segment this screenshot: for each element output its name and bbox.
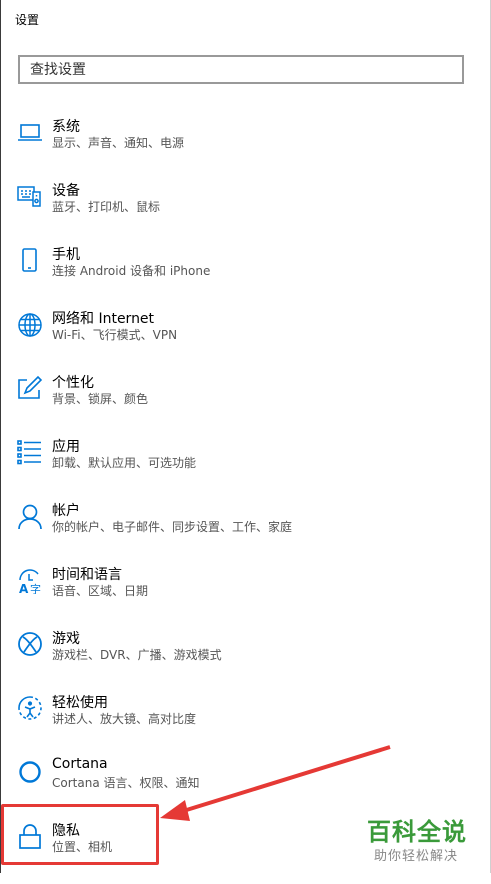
item-description: Wi-Fi、飞行模式、VPN <box>52 328 178 342</box>
item-label: 游戏 <box>52 631 80 647</box>
settings-item-apps[interactable]: 应用 卸载、默认应用、可选功能 <box>0 436 470 500</box>
globe-icon <box>16 310 44 338</box>
search-input[interactable] <box>20 57 462 82</box>
item-label: 时间和语言 <box>52 567 122 583</box>
watermark-logo: 百科全说 <box>367 818 467 846</box>
item-label: 手机 <box>52 247 80 263</box>
settings-item-ease-of-access[interactable]: 轻松使用 讲述人、放大镜、高对比度 <box>0 692 470 756</box>
window-title: 设置 <box>15 13 40 27</box>
watermark-slogan: 助你轻松解决 <box>374 849 459 864</box>
item-description: 卸载、默认应用、可选功能 <box>52 456 197 470</box>
highlight-box <box>1 804 159 865</box>
time-language-icon: A 字 <box>16 566 44 594</box>
settings-item-network[interactable]: 网络和 Internet Wi-Fi、飞行模式、VPN <box>0 308 470 372</box>
settings-item-gaming[interactable]: 游戏 游戏栏、DVR、广播、游戏模式 <box>0 628 470 692</box>
item-label: 网络和 Internet <box>52 311 155 327</box>
item-label: Cortana <box>52 756 108 772</box>
item-label: 系统 <box>52 119 80 135</box>
settings-item-phone[interactable]: 手机 连接 Android 设备和 iPhone <box>0 244 470 308</box>
settings-item-accounts[interactable]: 帐户 你的帐户、电子邮件、同步设置、工作、家庭 <box>0 500 470 564</box>
svg-text:A: A <box>19 582 29 594</box>
laptop-icon <box>16 118 44 146</box>
item-label: 个性化 <box>52 375 94 391</box>
apps-list-icon <box>16 438 44 466</box>
settings-item-time-language[interactable]: A 字 时间和语言 语音、区域、日期 <box>0 564 470 628</box>
item-description: 你的帐户、电子邮件、同步设置、工作、家庭 <box>52 520 293 534</box>
item-label: 设备 <box>52 183 80 199</box>
item-label: 应用 <box>52 439 80 455</box>
item-description: 连接 Android 设备和 iPhone <box>52 264 211 278</box>
phone-icon <box>16 246 44 274</box>
item-description: 讲述人、放大镜、高对比度 <box>52 712 197 726</box>
xbox-icon <box>16 630 44 658</box>
item-description: 游戏栏、DVR、广播、游戏模式 <box>52 648 222 662</box>
item-label: 帐户 <box>52 503 80 519</box>
item-description: 背景、锁屏、颜色 <box>52 392 149 406</box>
cortana-icon <box>16 758 44 786</box>
search-box[interactable] <box>18 55 464 84</box>
person-icon <box>16 502 44 530</box>
svg-text:字: 字 <box>30 582 41 594</box>
item-description: 蓝牙、打印机、鼠标 <box>52 200 161 214</box>
item-label: 轻松使用 <box>52 695 108 711</box>
item-description: Cortana 语言、权限、通知 <box>52 776 200 790</box>
settings-item-personalization[interactable]: 个性化 背景、锁屏、颜色 <box>0 372 470 436</box>
item-description: 显示、声音、通知、电源 <box>52 136 185 150</box>
devices-icon <box>16 182 44 210</box>
personalization-icon <box>16 374 44 402</box>
settings-item-system[interactable]: 系统 显示、声音、通知、电源 <box>0 116 470 180</box>
ease-of-access-icon <box>16 694 44 722</box>
item-description: 语音、区域、日期 <box>52 584 149 598</box>
settings-item-devices[interactable]: 设备 蓝牙、打印机、鼠标 <box>0 180 470 244</box>
